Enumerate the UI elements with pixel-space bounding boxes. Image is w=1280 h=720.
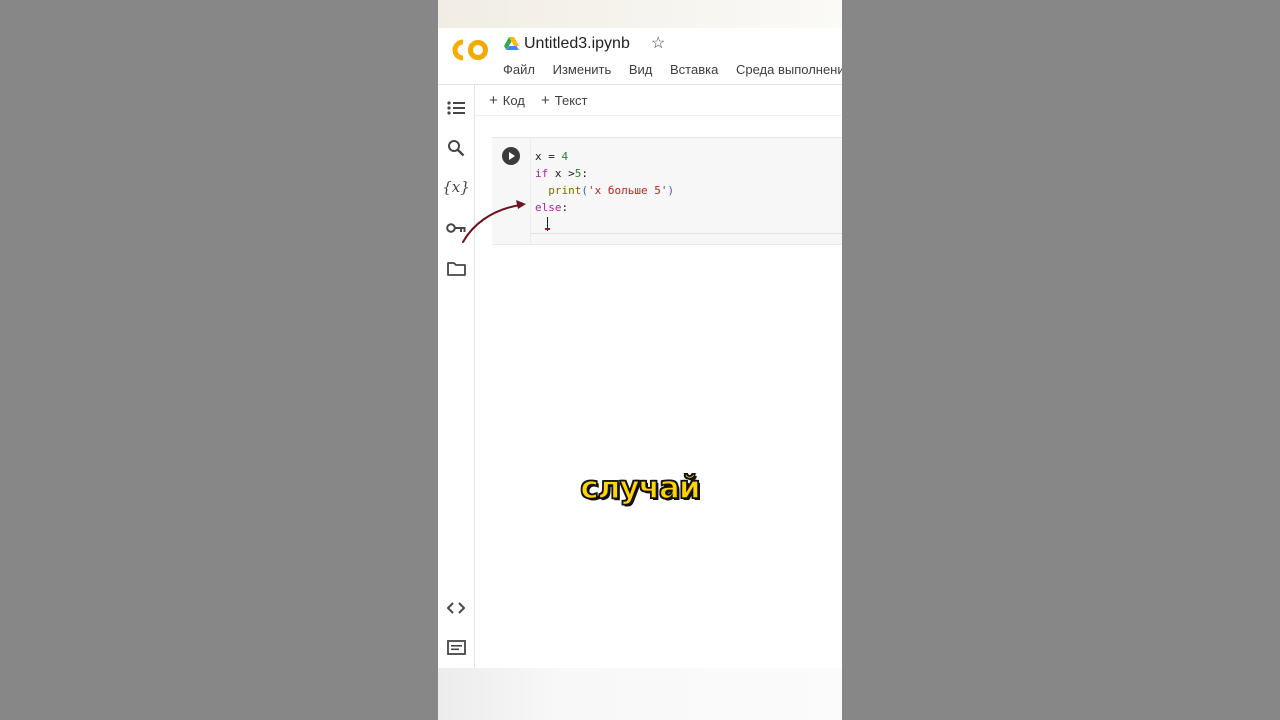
code-text[interactable]: x = 4 if x >5: print('x больше 5') else:	[535, 148, 674, 216]
variables-icon[interactable]: {x}	[442, 177, 470, 197]
current-line-divider	[531, 233, 842, 234]
header: Untitled3.ipynb ☆ Файл Изменить Вид Вста…	[438, 28, 842, 85]
search-icon[interactable]	[446, 138, 466, 158]
folder-icon[interactable]	[446, 258, 466, 278]
menu-insert[interactable]: Вставка	[670, 62, 718, 77]
add-text-label: Текст	[554, 93, 588, 108]
star-icon[interactable]: ☆	[651, 36, 667, 52]
code-line-4: else:	[535, 201, 569, 214]
add-text-button[interactable]: + Текст	[541, 92, 588, 109]
code-editor[interactable]: x = 4 if x >5: print('x больше 5') else:	[530, 138, 842, 244]
menu-bar: Файл Изменить Вид Вставка Среда выполнен…	[503, 62, 842, 77]
add-code-label: Код	[502, 93, 525, 108]
bottom-strip	[438, 668, 842, 720]
code-line-3: print('x больше 5')	[548, 184, 675, 197]
code-cell[interactable]: x = 4 if x >5: print('x больше 5') else:	[492, 137, 842, 245]
drive-icon	[504, 37, 519, 50]
top-strip	[438, 0, 842, 28]
menu-file[interactable]: Файл	[503, 62, 535, 77]
colab-logo-icon[interactable]	[450, 37, 490, 63]
terminal-icon[interactable]	[446, 637, 466, 657]
toolbar: + Код + Текст	[475, 85, 842, 116]
plus-icon: +	[541, 92, 550, 109]
table-of-contents-icon[interactable]	[446, 98, 466, 118]
plus-icon: +	[489, 92, 498, 109]
code-line-1: x = 4	[535, 150, 569, 163]
menu-edit[interactable]: Изменить	[553, 62, 612, 77]
code-snippets-icon[interactable]	[446, 598, 466, 618]
menu-view[interactable]: Вид	[629, 62, 653, 77]
code-line-2: if x >5:	[535, 167, 588, 180]
sidebar: {x}	[438, 85, 475, 668]
run-cell-icon[interactable]	[502, 147, 520, 165]
video-subtitle: случай	[580, 469, 702, 507]
add-code-button[interactable]: + Код	[489, 92, 525, 109]
notebook-title[interactable]: Untitled3.ipynb	[524, 35, 630, 53]
annotation-arrow-icon	[462, 200, 526, 243]
menu-runtime[interactable]: Среда выполнения	[736, 62, 842, 77]
phone-frame: Untitled3.ipynb ☆ Файл Изменить Вид Вста…	[438, 0, 842, 720]
text-cursor	[545, 217, 550, 231]
